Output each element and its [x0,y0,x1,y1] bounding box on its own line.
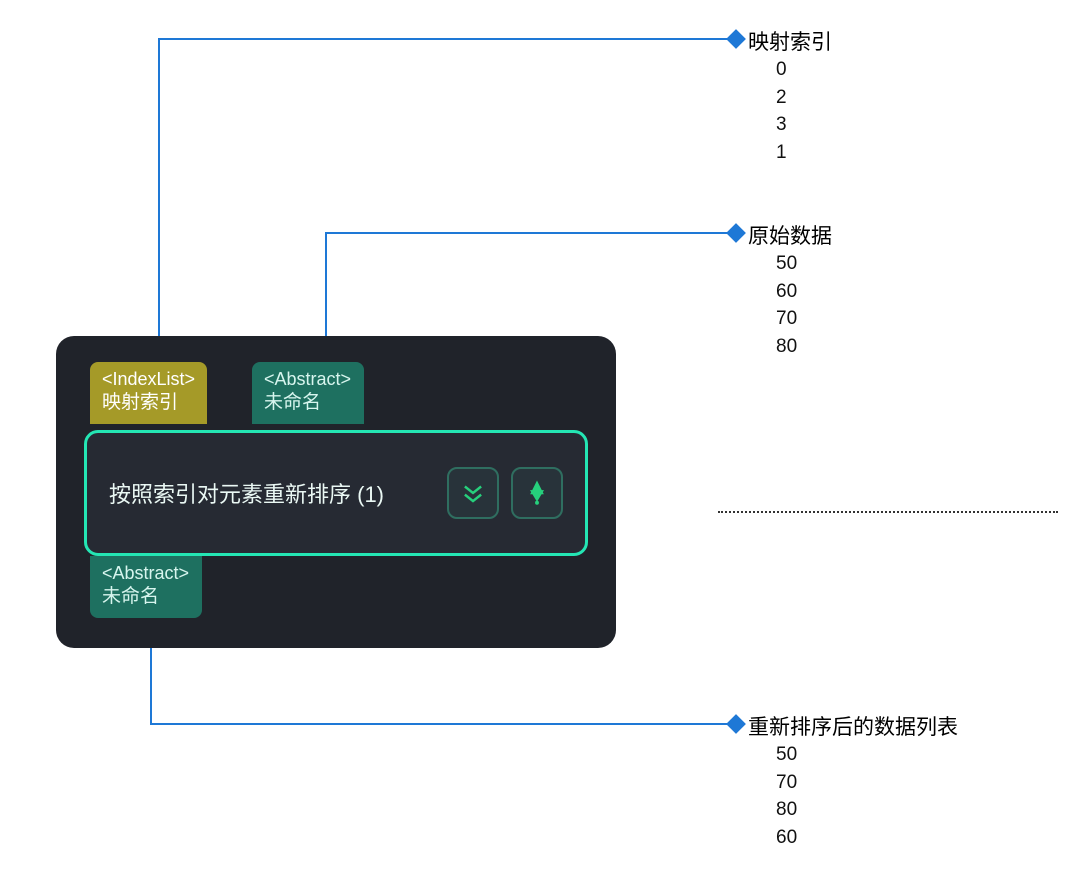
diamond-marker-icon [726,29,746,49]
callout-value: 60 [776,278,832,306]
double-chevron-down-icon [460,480,486,506]
connector-line [158,38,734,40]
expand-icon-button[interactable] [447,467,499,519]
node-panel: <IndexList> 映射索引 <Abstract> 未命名 按照索引对元素重… [56,336,616,648]
callout-heading: 映射索引 [748,26,832,56]
callout-result: 重新排序后的数据列表 50 70 80 60 [748,711,958,851]
callout-value: 0 [776,56,832,84]
callout-value: 60 [776,824,958,852]
connector-line [325,232,734,234]
callout-heading: 重新排序后的数据列表 [748,711,958,741]
output-tab-type: <Abstract> [102,562,190,585]
callout-values: 0 2 3 1 [776,56,832,166]
connector-line [150,723,734,725]
diamond-marker-icon [726,223,746,243]
callout-value: 50 [776,250,832,278]
input-tab-type: <IndexList> [102,368,195,391]
callout-source: 原始数据 50 60 70 80 [748,220,832,360]
connector-line [158,38,160,361]
callout-index: 映射索引 0 2 3 1 [748,26,832,166]
callout-values: 50 60 70 80 [776,250,832,360]
input-tab-abstract[interactable]: <Abstract> 未命名 [252,362,364,424]
diamond-marker-icon [726,714,746,734]
output-tab-abstract[interactable]: <Abstract> 未命名 [90,556,202,618]
run-icon-button[interactable] [511,467,563,519]
callout-value: 80 [776,796,958,824]
node-main-bar[interactable]: 按照索引对元素重新排序 (1) [84,430,588,556]
node-title: 按照索引对元素重新排序 (1) [109,477,435,509]
callout-value: 3 [776,111,832,139]
arrow-down-icon [524,480,550,506]
callout-value: 1 [776,139,832,167]
callout-value: 80 [776,333,832,361]
input-tab-label: 映射索引 [102,391,195,416]
callout-value: 70 [776,305,832,333]
callout-value: 70 [776,769,958,797]
diagram-canvas: <IndexList> 映射索引 <Abstract> 未命名 按照索引对元素重… [0,0,1091,879]
callout-value: 2 [776,84,832,112]
callout-value: 50 [776,741,958,769]
callout-values: 50 70 80 60 [776,741,958,851]
input-tab-type: <Abstract> [264,368,352,391]
divider [718,511,1058,513]
output-tab-label: 未命名 [102,585,190,610]
input-tab-index-list[interactable]: <IndexList> 映射索引 [90,362,207,424]
input-tab-label: 未命名 [264,391,352,416]
callout-heading: 原始数据 [748,220,832,250]
